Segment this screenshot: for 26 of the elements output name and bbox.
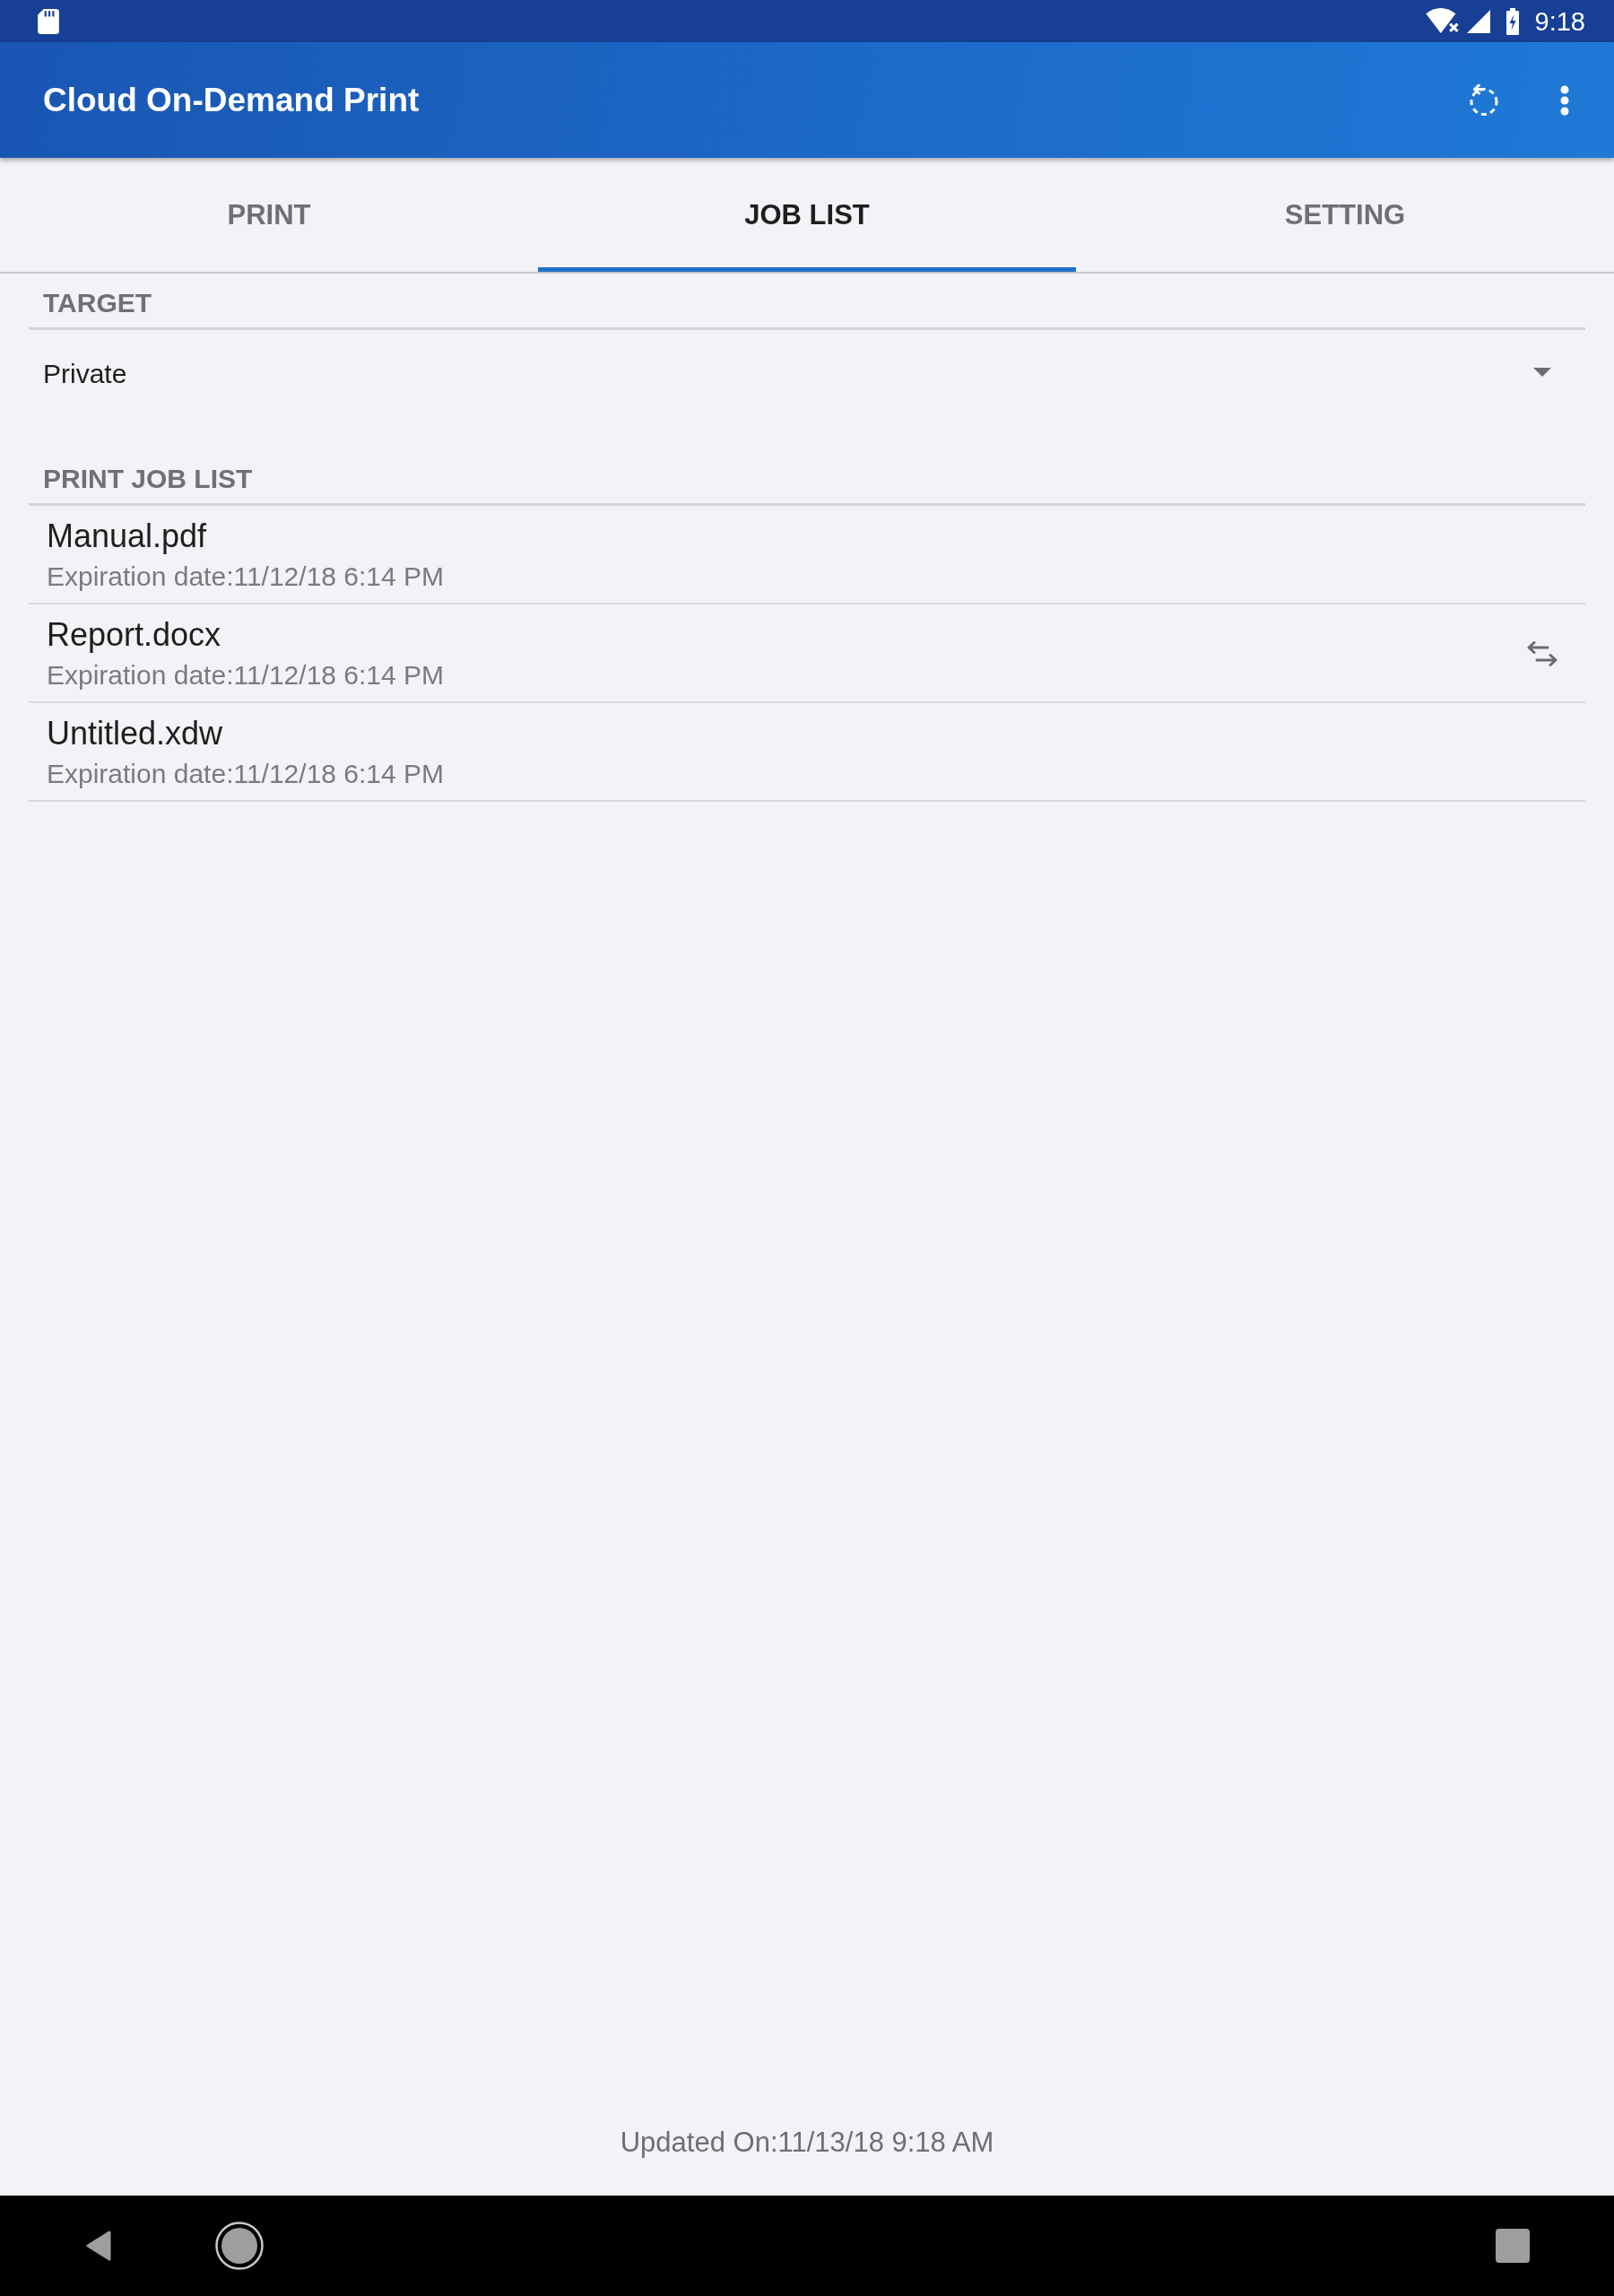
job-name: Manual.pdf	[47, 517, 207, 555]
tab[interactable]: SETTING	[1076, 158, 1614, 272]
app-title: Cloud On-Demand Print	[43, 80, 420, 120]
job-name: Untitled.xdw	[47, 715, 223, 752]
more-options-icon[interactable]	[1560, 84, 1569, 116]
section-title: PRINT JOB LIST	[43, 464, 253, 493]
signal-icon	[1466, 9, 1490, 33]
updated-time: Updated On:11/13/18 9:18 AM	[620, 2126, 994, 2159]
tab[interactable]: PRINT	[0, 158, 538, 272]
tab[interactable]: JOB LIST	[538, 158, 1076, 272]
battery-charging-icon	[1506, 7, 1519, 35]
job-list-item[interactable]: Report.docx Expiration date:11/12/18 6:14 PM	[29, 604, 1585, 703]
refresh-icon[interactable]	[1469, 83, 1499, 117]
job-list-item[interactable]: Untitled.xdw Expiration date:11/12/18 6:14 PM	[29, 703, 1585, 802]
clock-time: 9:18	[1534, 5, 1585, 37]
target-dropdown[interactable]: Private	[29, 330, 1585, 414]
back-icon[interactable]	[85, 2230, 112, 2262]
expiration-date: Expiration date:11/12/18 6:14 PM	[47, 659, 445, 691]
job-list-item[interactable]: Manual.pdf Expiration date:11/12/18 6:14 PM	[29, 506, 1585, 604]
section-title: TARGET	[43, 288, 152, 317]
dropdown-arrow-icon	[1533, 368, 1551, 377]
sd-card-icon	[38, 8, 59, 34]
home-icon[interactable]	[215, 2222, 264, 2270]
expiration-date: Expiration date:11/12/18 6:14 PM	[47, 561, 445, 593]
job-name: Report.docx	[47, 616, 221, 654]
expiration-date: Expiration date:11/12/18 6:14 PM	[47, 758, 445, 790]
